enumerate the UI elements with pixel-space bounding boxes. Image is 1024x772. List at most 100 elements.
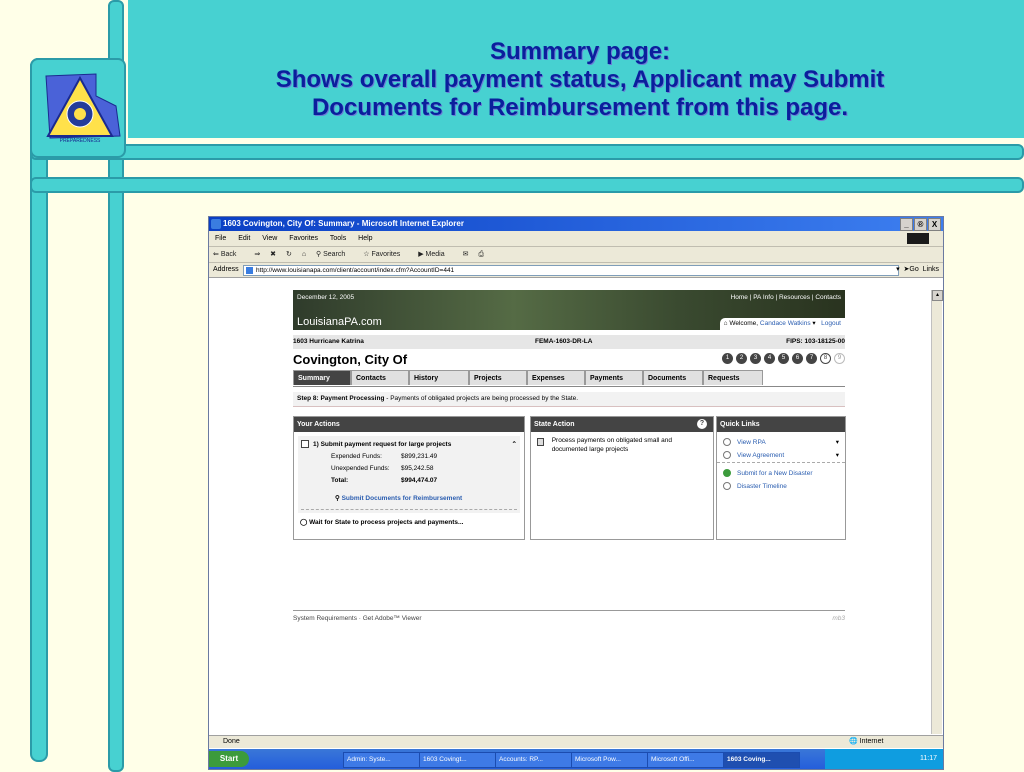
step-8[interactable]: 8 <box>820 353 831 364</box>
site-header: December 12, 2005 Home | PA Info | Resou… <box>293 290 845 330</box>
links-button[interactable]: Links <box>923 266 939 273</box>
task-powerpoint[interactable]: Microsoft Pow... <box>571 752 648 768</box>
task-covington-1[interactable]: 1603 Covingt... <box>419 752 496 768</box>
page-footer: System Requirements · Get Adobe™ Viewer … <box>293 610 845 622</box>
welcome-box: ⌂ Welcome, Candace Watkins ▾ Logout <box>719 318 845 330</box>
tab-requests[interactable]: Requests <box>703 370 763 385</box>
maximize-button[interactable]: ® <box>914 218 927 231</box>
site-name[interactable]: LouisianaPA.com <box>297 316 382 328</box>
tab-history[interactable]: History <box>409 370 469 385</box>
home-small-icon: ⌂ <box>723 320 728 327</box>
clock-icon: ◯ <box>300 519 308 526</box>
your-actions-header: Your Actions <box>294 417 524 432</box>
step-6[interactable]: 6 <box>792 353 803 364</box>
window-titlebar: 1603 Covington, City Of: Summary - Micro… <box>209 217 943 231</box>
go-button[interactable]: Go <box>909 266 918 273</box>
footer-mark: mb3 <box>832 615 845 622</box>
task-admin[interactable]: Admin: Syste... <box>343 752 420 768</box>
submit-documents-link[interactable]: Submit Documents for Reimbursement <box>342 495 463 502</box>
media-button[interactable]: ▶ Media <box>418 251 452 258</box>
back-button[interactable]: ⇐ Back <box>213 251 244 258</box>
state-action-checkbox <box>537 438 544 446</box>
slide-title: Summary page: Shows overall payment stat… <box>160 38 1000 122</box>
tab-documents[interactable]: Documents <box>643 370 703 385</box>
address-input[interactable]: http://www.louisianapa.com/client/accoun… <box>243 265 899 276</box>
print-icon[interactable]: ⎙ <box>478 251 484 258</box>
menu-view[interactable]: View <box>262 235 277 242</box>
address-right: ▾ ➤Go Links <box>896 266 939 273</box>
step-title: Step 8: Payment Processing <box>297 395 385 402</box>
disaster-timeline-link[interactable]: Disaster Timeline <box>737 483 787 490</box>
state-action-panel: State Action? Process payments on obliga… <box>530 416 714 540</box>
help-icon[interactable]: ? <box>697 419 707 429</box>
step-3[interactable]: 3 <box>750 353 761 364</box>
start-button[interactable]: Start <box>209 751 249 767</box>
step-9[interactable]: 9 <box>834 353 845 364</box>
vertical-scrollbar[interactable]: ▴ <box>931 290 943 734</box>
tab-projects[interactable]: Projects <box>469 370 527 385</box>
logout-link[interactable]: Logout <box>821 320 841 327</box>
second-horizontal-bar <box>30 177 1024 193</box>
header-links[interactable]: Home | PA Info | Resources | Contacts <box>731 294 841 301</box>
view-rpa-link[interactable]: View RPA <box>737 439 766 446</box>
tab-expenses[interactable]: Expenses <box>527 370 585 385</box>
top-horizontal-bar <box>30 144 1024 160</box>
step-1[interactable]: 1 <box>722 353 733 364</box>
page-icon <box>246 267 253 274</box>
menu-help[interactable]: Help <box>358 235 372 242</box>
mail-icon[interactable]: ✉ <box>463 251 469 258</box>
fema-number: FEMA-1603-DR-LA <box>535 338 593 345</box>
tab-payments[interactable]: Payments <box>585 370 643 385</box>
applicant-row: Covington, City Of 1 2 3 4 5 6 7 8 9 <box>293 349 845 369</box>
payment-request-checkbox[interactable] <box>301 440 309 449</box>
total-value: $994,474.07 <box>401 477 438 484</box>
menu-favorites[interactable]: Favorites <box>289 235 318 242</box>
task-accounts[interactable]: Accounts: RP... <box>495 752 572 768</box>
favorites-button[interactable]: ☆ Favorites <box>363 251 408 258</box>
disaster-info-row: 1603 Hurricane Katrina FEMA-1603-DR-LA F… <box>293 335 845 349</box>
forward-button[interactable]: ⇒ <box>254 251 260 258</box>
welcome-prefix: Welcome, <box>729 320 759 327</box>
action-item-1: 1) Submit payment request for large proj… <box>313 441 452 448</box>
collapse-icon[interactable]: ⌃ <box>512 439 517 451</box>
search-button[interactable]: ⚲ Search <box>316 251 353 258</box>
menu-file[interactable]: File <box>215 235 226 242</box>
status-text: Done <box>223 738 240 745</box>
step-7[interactable]: 7 <box>806 353 817 364</box>
scroll-up-icon: ▴ <box>932 290 943 301</box>
ie-icon <box>211 219 221 229</box>
step-5[interactable]: 5 <box>778 353 789 364</box>
tab-summary[interactable]: Summary <box>293 370 351 385</box>
toolbar: ⇐ Back ⇒ ✖ ↻ ⌂ ⚲ Search ☆ Favorites ▶ Me… <box>209 247 943 263</box>
refresh-icon[interactable]: ↻ <box>286 251 292 258</box>
browser-window: 1603 Covington, City Of: Summary - Micro… <box>208 216 944 770</box>
stop-icon[interactable]: ✖ <box>270 251 276 258</box>
quick-links-header: Quick Links <box>717 417 845 432</box>
logo-caption: PREPAREDNESS <box>60 138 101 144</box>
step-description: Step 8: Payment Processing - Payments of… <box>293 392 845 407</box>
task-office[interactable]: Microsoft Offi... <box>647 752 724 768</box>
home-icon[interactable]: ⌂ <box>302 251 306 258</box>
task-covington-2[interactable]: 1603 Coving... <box>723 752 800 768</box>
header-date: December 12, 2005 <box>297 294 355 301</box>
footer-links[interactable]: System Requirements · Get Adobe™ Viewer <box>293 615 422 622</box>
applicant-name: Covington, City Of <box>293 352 408 367</box>
agreement-dropdown-icon[interactable]: ▾ <box>836 449 839 462</box>
state-action-item: Process payments on obligated small and … <box>551 437 673 453</box>
menu-tools[interactable]: Tools <box>330 235 346 242</box>
clock: 11:17 <box>920 755 937 762</box>
address-label: Address <box>213 266 239 273</box>
rpa-dropdown-icon[interactable]: ▾ <box>836 436 839 449</box>
your-actions-body: 1) Submit payment request for large proj… <box>298 436 520 513</box>
step-2[interactable]: 2 <box>736 353 747 364</box>
welcome-user[interactable]: Candace Watkins <box>760 320 811 327</box>
minimize-button[interactable]: _ <box>900 218 913 231</box>
view-agreement-link[interactable]: View Agreement <box>737 452 784 459</box>
tab-contacts[interactable]: Contacts <box>351 370 409 385</box>
new-disaster-link[interactable]: Submit for a New Disaster <box>737 470 813 477</box>
expended-label: Expended Funds: <box>331 453 382 460</box>
step-4[interactable]: 4 <box>764 353 775 364</box>
document-icon: ⚲ <box>335 495 340 502</box>
menu-edit[interactable]: Edit <box>238 235 250 242</box>
close-button[interactable]: X <box>928 218 941 231</box>
